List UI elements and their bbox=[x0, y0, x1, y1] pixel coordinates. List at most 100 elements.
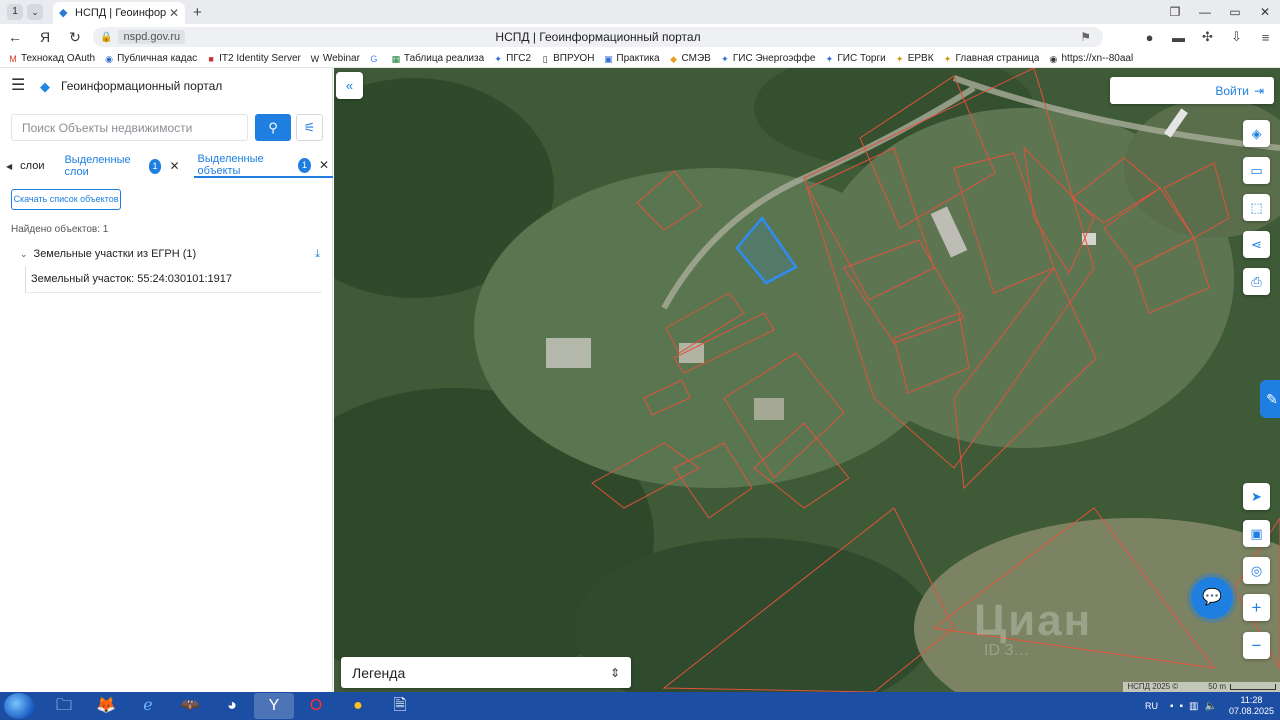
file-explorer-icon[interactable]: 🗀 bbox=[44, 693, 84, 719]
bookmark-item[interactable]: ✦ ЕРВК bbox=[895, 53, 934, 64]
sheets-icon: ▦ bbox=[391, 53, 401, 64]
bookmark-item[interactable]: ◉ https://xn--80aal bbox=[1048, 53, 1134, 64]
share-button[interactable]: ⋖ bbox=[1243, 231, 1270, 258]
tab-list-dropdown-icon[interactable]: ⌄ bbox=[27, 4, 43, 20]
bookmark-item[interactable]: ✦ ГИС Торги bbox=[824, 53, 886, 64]
bookmark-item[interactable]: ▣ Практика bbox=[603, 53, 659, 64]
tray-app-icon[interactable]: ▪ bbox=[1180, 701, 1184, 712]
location-pin-icon: ◎ bbox=[1250, 563, 1263, 578]
bookmark-item[interactable]: ▯ ВПРУОН bbox=[540, 53, 595, 64]
result-group-land-plots[interactable]: ⌄ Земельные участки из ЕГРН (1) ⤓ bbox=[20, 246, 320, 262]
opera-icon[interactable]: O bbox=[296, 693, 336, 719]
internet-explorer-icon[interactable]: ℯ bbox=[128, 693, 168, 719]
double-chevron-left-icon: « bbox=[345, 78, 354, 93]
bookmark-item[interactable]: ▦ Таблица реализа bbox=[391, 53, 485, 64]
collapse-panel-button[interactable]: « bbox=[336, 72, 363, 99]
reload-icon[interactable]: ↻ bbox=[60, 29, 90, 46]
windows-taskbar: 🗀 🦊 ℯ 🦇 ◕ Y O ● 🗎 RU ▪ ▪ ▥ 🔈 11:28 07.08… bbox=[0, 692, 1280, 720]
bookmarks-panel-icon[interactable]: ❐ bbox=[1160, 5, 1190, 19]
bookmark-item[interactable]: ✦ ГИС Энергоэффе bbox=[720, 53, 815, 64]
bookmark-item[interactable]: ✦ ПГС2 bbox=[493, 53, 531, 64]
area-select-icon: ⬚ bbox=[1250, 200, 1263, 215]
search-input[interactable] bbox=[11, 114, 248, 141]
restore-icon[interactable]: ▭ bbox=[1220, 5, 1250, 19]
ruler-icon: ▭ bbox=[1250, 163, 1263, 178]
feedback-side-tab[interactable]: ✎ bbox=[1260, 380, 1280, 418]
tab-selected-objects[interactable]: Выделенные объекты 1 ✕ bbox=[193, 153, 333, 178]
measure-button[interactable]: ▭ bbox=[1243, 157, 1270, 184]
clock-date: 07.08.2025 bbox=[1228, 706, 1274, 716]
bookmark-item[interactable]: G bbox=[369, 54, 382, 64]
bookmark-icon[interactable]: ⚑ bbox=[1080, 30, 1091, 44]
location-pin-button[interactable]: ◎ bbox=[1243, 557, 1270, 584]
clock-time: 11:28 bbox=[1240, 695, 1263, 705]
document-icon: ▯ bbox=[542, 53, 548, 64]
tab-count-badge[interactable]: 1 bbox=[7, 4, 23, 20]
list-item[interactable]: Земельный участок: 55:24:030101:1917 bbox=[25, 266, 322, 293]
tab-layers[interactable]: слои bbox=[20, 154, 44, 178]
menu-icon[interactable]: ≡ bbox=[1251, 30, 1280, 45]
yandex-browser-icon[interactable]: Y bbox=[254, 693, 294, 719]
hamburger-menu-icon[interactable]: ☰ bbox=[11, 78, 25, 94]
print-icon: ⎙ bbox=[1251, 274, 1262, 289]
tab-selected-layers[interactable]: Выделенные слои 1 ✕ bbox=[64, 154, 179, 178]
browser-tab-active[interactable]: ◆ НСПД | Геоинформаци ✕ bbox=[53, 2, 185, 24]
zoom-in-button[interactable]: + bbox=[1243, 594, 1270, 621]
close-window-icon[interactable]: ✕ bbox=[1250, 5, 1280, 19]
tray-app-icon[interactable]: ▪ bbox=[1170, 701, 1174, 712]
bookmark-item[interactable]: ◉ Публичная кадас bbox=[104, 53, 197, 64]
download-icon[interactable]: ⤓ bbox=[315, 248, 320, 261]
bookmark-item[interactable]: M Технокад OAuth bbox=[8, 53, 95, 64]
url-domain: nspd.gov.ru bbox=[118, 30, 186, 44]
layers-icon: ◈ bbox=[1251, 126, 1262, 141]
emblem-icon: ✦ bbox=[494, 53, 502, 64]
filter-button[interactable]: ⚟ bbox=[296, 114, 323, 141]
legend-panel[interactable]: Легенда ⇕ bbox=[341, 657, 631, 688]
bookmark-item[interactable]: W Webinar bbox=[310, 53, 360, 64]
bookmark-item[interactable]: ✦ Главная страница bbox=[943, 53, 1040, 64]
firefox-icon[interactable]: 🦊 bbox=[86, 693, 126, 719]
bat-app-icon[interactable]: 🦇 bbox=[170, 693, 210, 719]
start-button[interactable] bbox=[4, 693, 34, 719]
extension-icon[interactable]: ● bbox=[1135, 30, 1164, 45]
chrome-icon[interactable]: ◕ bbox=[212, 693, 252, 719]
extensions-puzzle-icon[interactable]: ✣ bbox=[1193, 29, 1222, 45]
volume-icon[interactable]: 🔈 bbox=[1205, 701, 1217, 712]
bookmark-item[interactable]: ■ IT2 Identity Server bbox=[206, 53, 300, 64]
close-tab-selected-layers-icon[interactable]: ✕ bbox=[169, 159, 179, 173]
area-select-button[interactable]: ⬚ bbox=[1243, 194, 1270, 221]
yandex-home-icon[interactable]: Я bbox=[30, 29, 60, 45]
minimap-icon: ▣ bbox=[1250, 526, 1263, 541]
search-button[interactable]: ⚲ bbox=[255, 114, 291, 141]
zoom-out-button[interactable]: − bbox=[1243, 632, 1270, 659]
download-icon[interactable]: ⇩ bbox=[1222, 29, 1251, 45]
close-tab-selected-objects-icon[interactable]: ✕ bbox=[319, 158, 329, 172]
login-button[interactable]: Войти ⇥ bbox=[1110, 77, 1274, 104]
app-icon[interactable]: ● bbox=[338, 693, 378, 719]
scroll-tabs-left-icon[interactable]: ◀ bbox=[6, 162, 12, 171]
extension-icon[interactable]: ▬ bbox=[1164, 30, 1193, 45]
minimap-button[interactable]: ▣ bbox=[1243, 520, 1270, 547]
chat-button[interactable]: 💬 bbox=[1191, 577, 1233, 619]
new-tab-icon[interactable]: + bbox=[193, 4, 202, 21]
network-icon[interactable]: ▥ bbox=[1189, 701, 1198, 712]
geolocate-button[interactable]: ➤ bbox=[1243, 483, 1270, 510]
close-tab-icon[interactable]: ✕ bbox=[169, 6, 179, 20]
layers-button[interactable]: ◈ bbox=[1243, 120, 1270, 147]
site-favicon-icon: ◆ bbox=[59, 6, 68, 19]
chevron-down-icon[interactable]: ⌄ bbox=[20, 249, 28, 260]
print-button[interactable]: ⎙ bbox=[1243, 268, 1270, 295]
portal-header: ☰ ◆ Геоинформационный портал bbox=[0, 68, 333, 104]
map-view[interactable]: Циан ID 3… « Войти ⇥ ◈ ▭ ⬚ ⋖ ⎙ ✎ ➤ ▣ ◎ +… bbox=[334, 68, 1280, 692]
bookmark-item[interactable]: ◆ СМЭВ bbox=[669, 53, 711, 64]
emblem-icon: ✦ bbox=[721, 53, 729, 64]
back-icon[interactable]: ← bbox=[0, 29, 30, 45]
url-field[interactable]: 🔒 nspd.gov.ru НСПД | Геоинформационный п… bbox=[93, 27, 1103, 47]
language-indicator[interactable]: RU bbox=[1145, 701, 1158, 711]
clock[interactable]: 11:28 07.08.2025 bbox=[1229, 695, 1274, 717]
globe-icon: ◉ bbox=[105, 53, 114, 64]
download-objects-list-button[interactable]: Скачать список объектов bbox=[11, 189, 121, 210]
minimize-icon[interactable]: — bbox=[1190, 5, 1220, 19]
document-app-icon[interactable]: 🗎 bbox=[380, 693, 420, 719]
minus-icon: − bbox=[1251, 636, 1262, 655]
